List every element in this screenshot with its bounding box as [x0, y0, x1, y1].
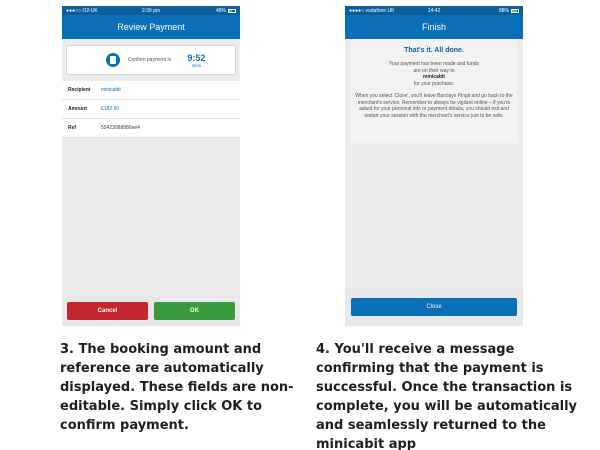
detail-row-recipient: Recipient minicabit [62, 81, 240, 100]
close-bar: Close [345, 288, 523, 326]
battery-icon [511, 8, 519, 13]
step-3-caption: 3. The booking amount and reference are … [60, 342, 294, 433]
countdown-timer: 9:52 mins [187, 53, 205, 68]
page-title: Finish [345, 15, 523, 39]
close-button[interactable]: Close [351, 298, 517, 316]
finish-heading: That's it. All done. [404, 47, 464, 54]
finish-screen: ●●●●○ vodafone UK 14:42 88% Finish That'… [345, 6, 523, 326]
amount-value: £182.50 [101, 106, 120, 112]
detail-row-amount: Amount £182.50 [62, 100, 240, 119]
finish-message-2: When you select 'Close', you'll leave Ba… [355, 93, 513, 119]
timer-value: 9:52 [187, 52, 206, 63]
status-time: 14:42 [427, 7, 441, 14]
detail-row-ref: Ref 55423088880ee4 [62, 119, 240, 138]
carrier-label: ●●●○○ O2-UK [66, 7, 98, 14]
recipient-label: Recipient [68, 87, 91, 93]
ref-value: 55423088880ee4 [101, 125, 140, 131]
recipient-value: minicabit [101, 87, 121, 93]
ref-label: Ref [68, 125, 77, 131]
status-bar: ●●●●○ vodafone UK 14:42 88% [345, 6, 523, 15]
cancel-button[interactable]: Cancel [67, 302, 148, 320]
ok-button[interactable]: OK [154, 302, 235, 320]
battery-percent: 48% [215, 7, 226, 14]
status-time: 2:39 pm [141, 7, 161, 14]
finish-message-1: Your payment has been made and funds are… [389, 61, 479, 74]
payment-details: Recipient minicabit Amount £182.50 Ref 5… [62, 81, 240, 138]
action-bar: Cancel OK [62, 296, 240, 326]
review-payment-screen: ●●●○○ O2-UK 2:39 pm 48% Review Payment C… [62, 6, 240, 326]
page-title: Review Payment [62, 15, 240, 39]
finish-message-panel: That's it. All done. Your payment has be… [351, 39, 517, 143]
battery-icon [228, 8, 236, 13]
carrier-label: ●●●●○ vodafone UK [349, 7, 395, 14]
battery-level [512, 9, 518, 12]
confirm-timer-box: Confirm payment in 9:52 mins [66, 45, 236, 75]
battery-level [229, 9, 232, 12]
calculator-icon [106, 53, 120, 67]
confirm-label: Confirm payment in [128, 57, 172, 63]
step-4-caption: 4. You'll receive a message confirming t… [316, 342, 578, 450]
battery-percent: 88% [498, 7, 509, 14]
timer-unit: mins [191, 62, 202, 68]
status-bar: ●●●○○ O2-UK 2:39 pm 48% [62, 6, 240, 15]
finish-message-1-end: for your purchase. [413, 80, 455, 87]
amount-label: Amount [68, 106, 87, 112]
